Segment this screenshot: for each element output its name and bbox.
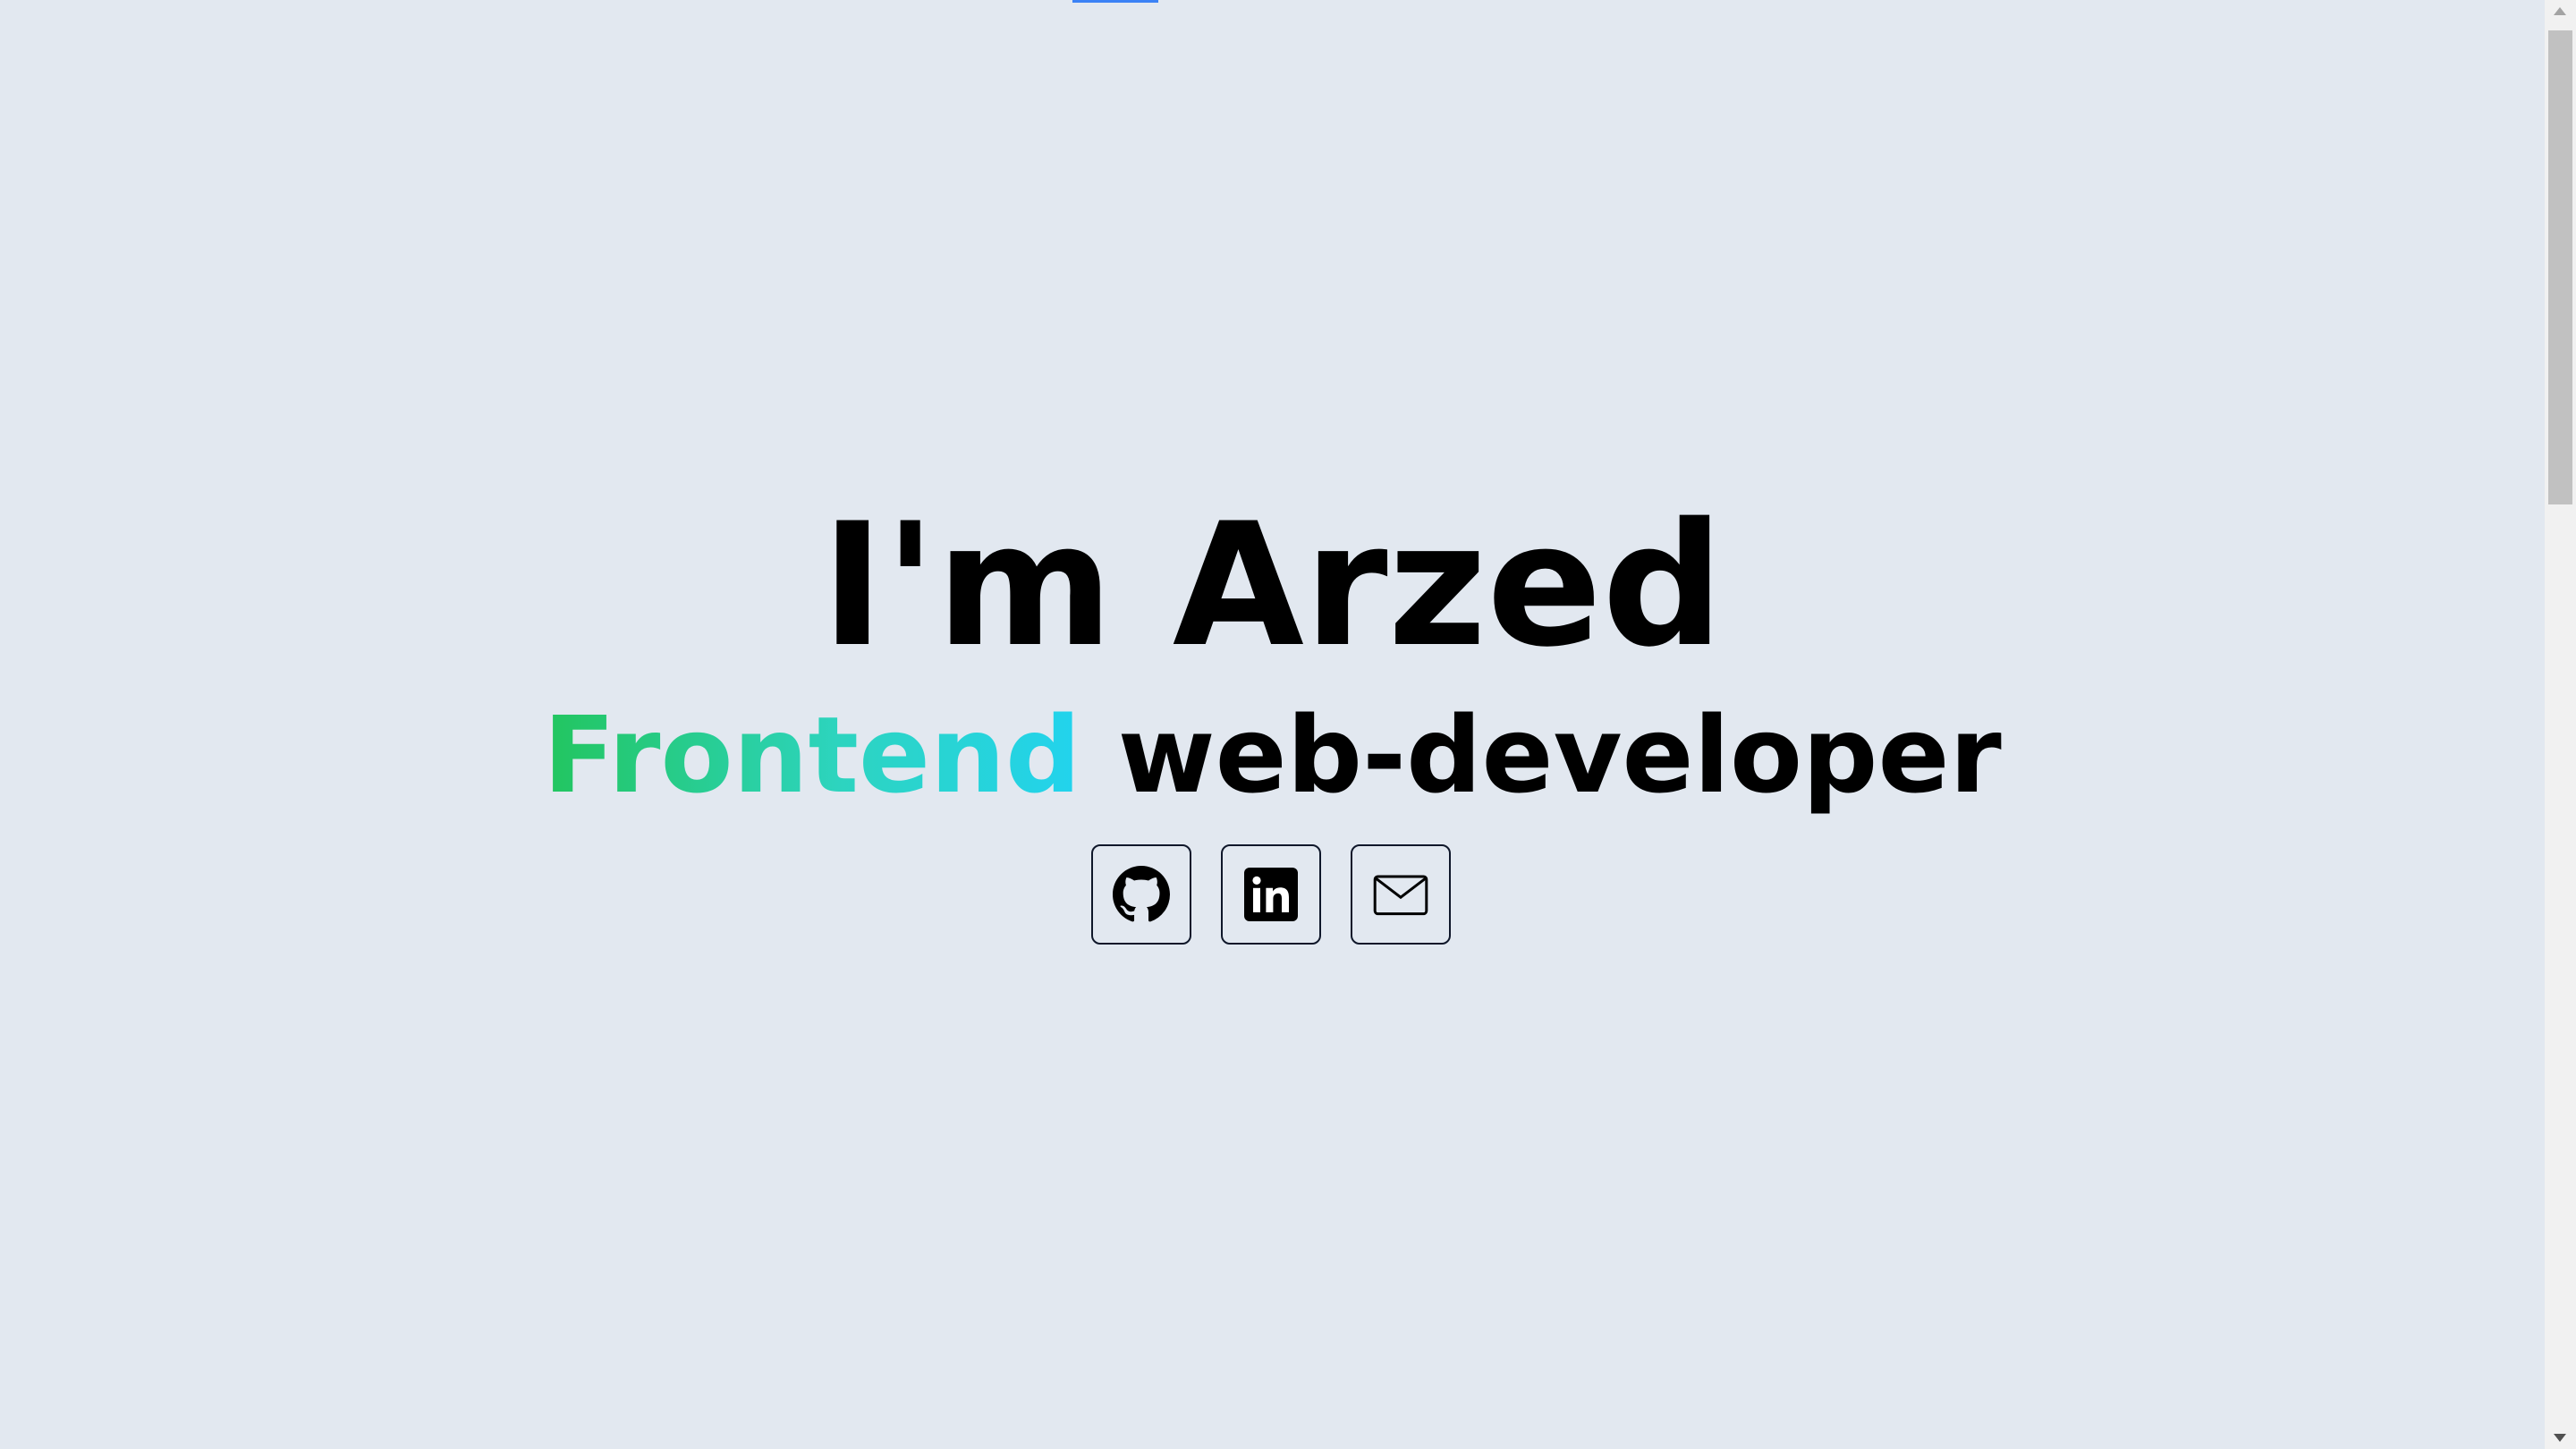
hero-section: I'm Arzed Frontend web-developer (0, 0, 2545, 1449)
scroll-up-arrow-icon[interactable] (2554, 7, 2566, 15)
subtitle-rest: web-developer (1117, 693, 2002, 817)
hero-title: I'm Arzed (820, 487, 1724, 684)
github-link-button[interactable] (1091, 844, 1191, 945)
hero-subtitle: Frontend web-developer (0, 699, 2545, 811)
linkedin-icon (1244, 868, 1298, 921)
social-links (1091, 844, 1451, 945)
scrollbar-thumb[interactable] (2548, 30, 2572, 504)
linkedin-link-button[interactable] (1221, 844, 1321, 945)
email-link-button[interactable] (1351, 844, 1451, 945)
subtitle-highlight: Frontend (543, 693, 1081, 817)
vertical-scrollbar[interactable] (2545, 0, 2576, 1449)
scroll-down-arrow-icon[interactable] (2554, 1434, 2566, 1442)
mail-icon (1373, 875, 1428, 916)
github-icon (1113, 866, 1170, 922)
